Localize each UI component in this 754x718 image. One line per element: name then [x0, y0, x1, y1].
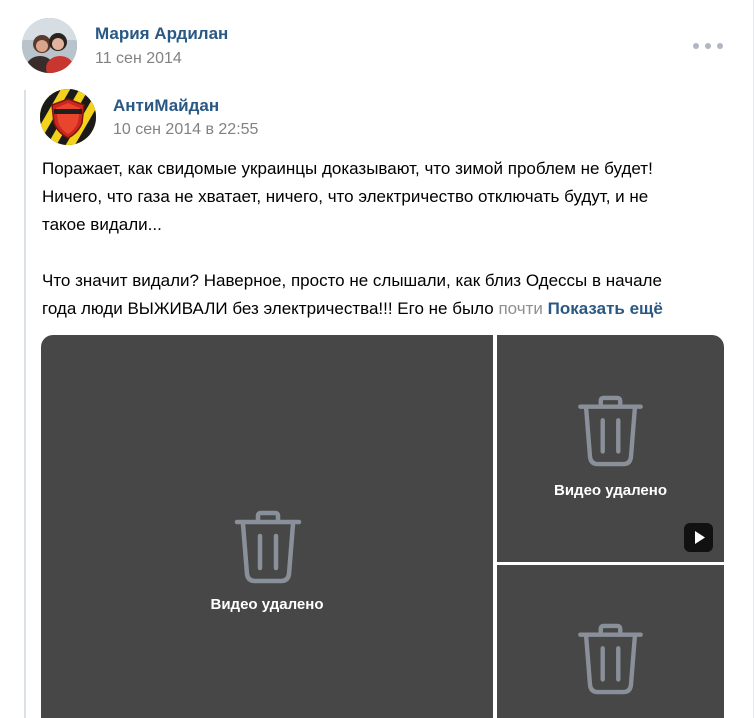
author-avatar[interactable]	[22, 18, 77, 73]
author-name[interactable]: Мария Ардилан	[95, 24, 228, 44]
post-header: Мария Ардилан 11 сен 2014	[0, 0, 754, 90]
text-line: Ничего, что газа не хватает, ничего, что…	[42, 187, 649, 206]
repost-divider	[24, 90, 26, 718]
post-date[interactable]: 11 сен 2014	[95, 50, 182, 68]
repost-date[interactable]: 10 сен 2014 в 22:55	[113, 121, 258, 139]
trash-icon	[578, 395, 643, 467]
repost-avatar[interactable]	[40, 89, 96, 145]
video-tile-bottom[interactable]	[497, 565, 724, 718]
video-deleted-label: Видео удалено	[554, 482, 667, 499]
video-tile-top[interactable]: Видео удалено	[497, 335, 724, 562]
post-card: Мария Ардилан 11 сен 2014 АнтиМайдан 10 …	[0, 0, 754, 718]
text-fade: почти	[498, 299, 543, 318]
text-line: Что значит видали? Наверное, просто не с…	[42, 271, 662, 290]
more-options-button[interactable]	[693, 36, 723, 56]
text-line-truncated: года люди ВЫЖИВАЛИ без электричества!!! …	[42, 295, 732, 323]
media-grid: Видео удалено Видео удалено	[41, 335, 724, 718]
repost-author-name[interactable]: АнтиМайдан	[113, 96, 219, 116]
dot-icon	[693, 43, 699, 49]
dot-icon	[717, 43, 723, 49]
text-line: года люди ВЫЖИВАЛИ без электричества!!! …	[42, 299, 499, 318]
video-tile-main[interactable]: Видео удалено	[41, 335, 493, 718]
text-line: Поражает, как свидомые украинцы доказыва…	[42, 159, 653, 178]
trash-icon	[578, 623, 643, 695]
trash-icon	[234, 510, 302, 584]
show-more-link[interactable]: Показать ещё	[548, 299, 663, 318]
video-deleted-label: Видео удалено	[210, 596, 324, 613]
post-text: Поражает, как свидомые украинцы доказыва…	[42, 155, 732, 323]
text-line: такое видали...	[42, 215, 162, 234]
play-icon[interactable]	[684, 523, 713, 552]
dot-icon	[705, 43, 711, 49]
